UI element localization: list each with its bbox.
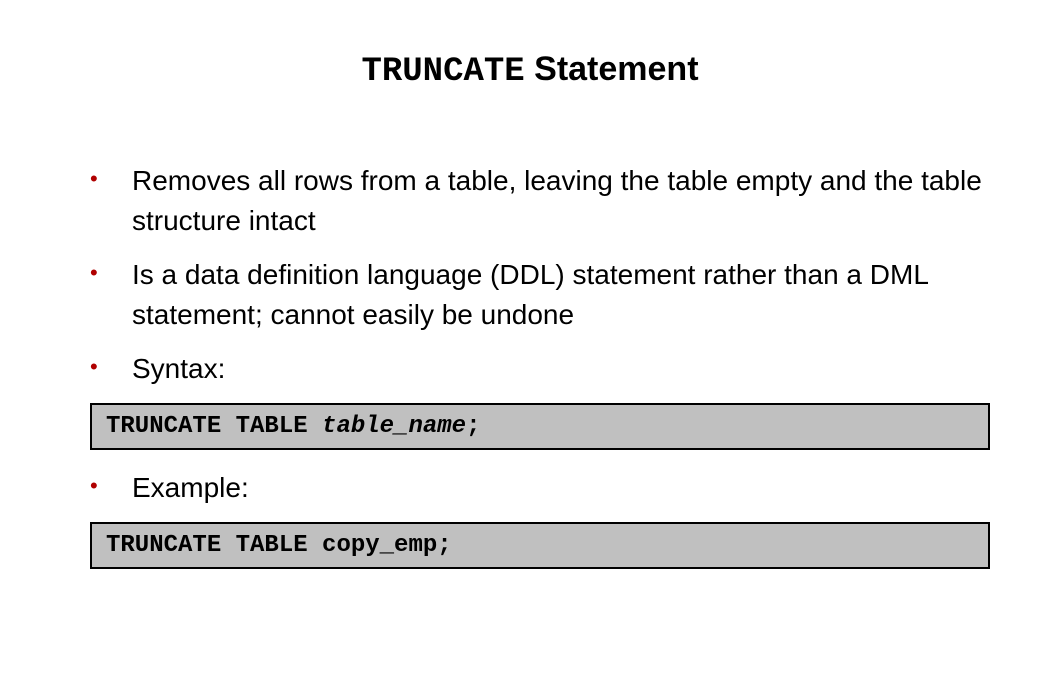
bullet-text: Removes all rows from a table, leaving t… — [132, 161, 1000, 241]
bullet-icon: • — [90, 161, 102, 197]
code-example: TRUNCATE TABLE copy_emp; — [106, 532, 452, 559]
title-code-part: TRUNCATE — [361, 53, 524, 91]
bullet-icon: • — [90, 255, 102, 291]
syntax-code-box: TRUNCATE TABLE table_name; — [90, 403, 990, 450]
page-title: TRUNCATE Statement — [60, 50, 1000, 91]
bullet-text: Is a data definition language (DDL) stat… — [132, 255, 1000, 335]
bullet-item: • Removes all rows from a table, leaving… — [90, 161, 1000, 241]
bullet-icon: • — [90, 349, 102, 385]
code-keyword: TRUNCATE TABLE — [106, 413, 322, 440]
bullet-text: Example: — [132, 468, 1000, 508]
bullet-text: Syntax: — [132, 349, 1000, 389]
title-text-part: Statement — [525, 50, 699, 88]
code-suffix: ; — [466, 413, 480, 440]
bullet-item: • Syntax: — [90, 349, 1000, 389]
content-area: • Removes all rows from a table, leaving… — [60, 161, 1000, 569]
bullet-item: • Example: — [90, 468, 1000, 508]
bullet-icon: • — [90, 468, 102, 504]
bullet-item: • Is a data definition language (DDL) st… — [90, 255, 1000, 335]
code-placeholder: table_name — [322, 413, 466, 440]
example-code-box: TRUNCATE TABLE copy_emp; — [90, 522, 990, 569]
